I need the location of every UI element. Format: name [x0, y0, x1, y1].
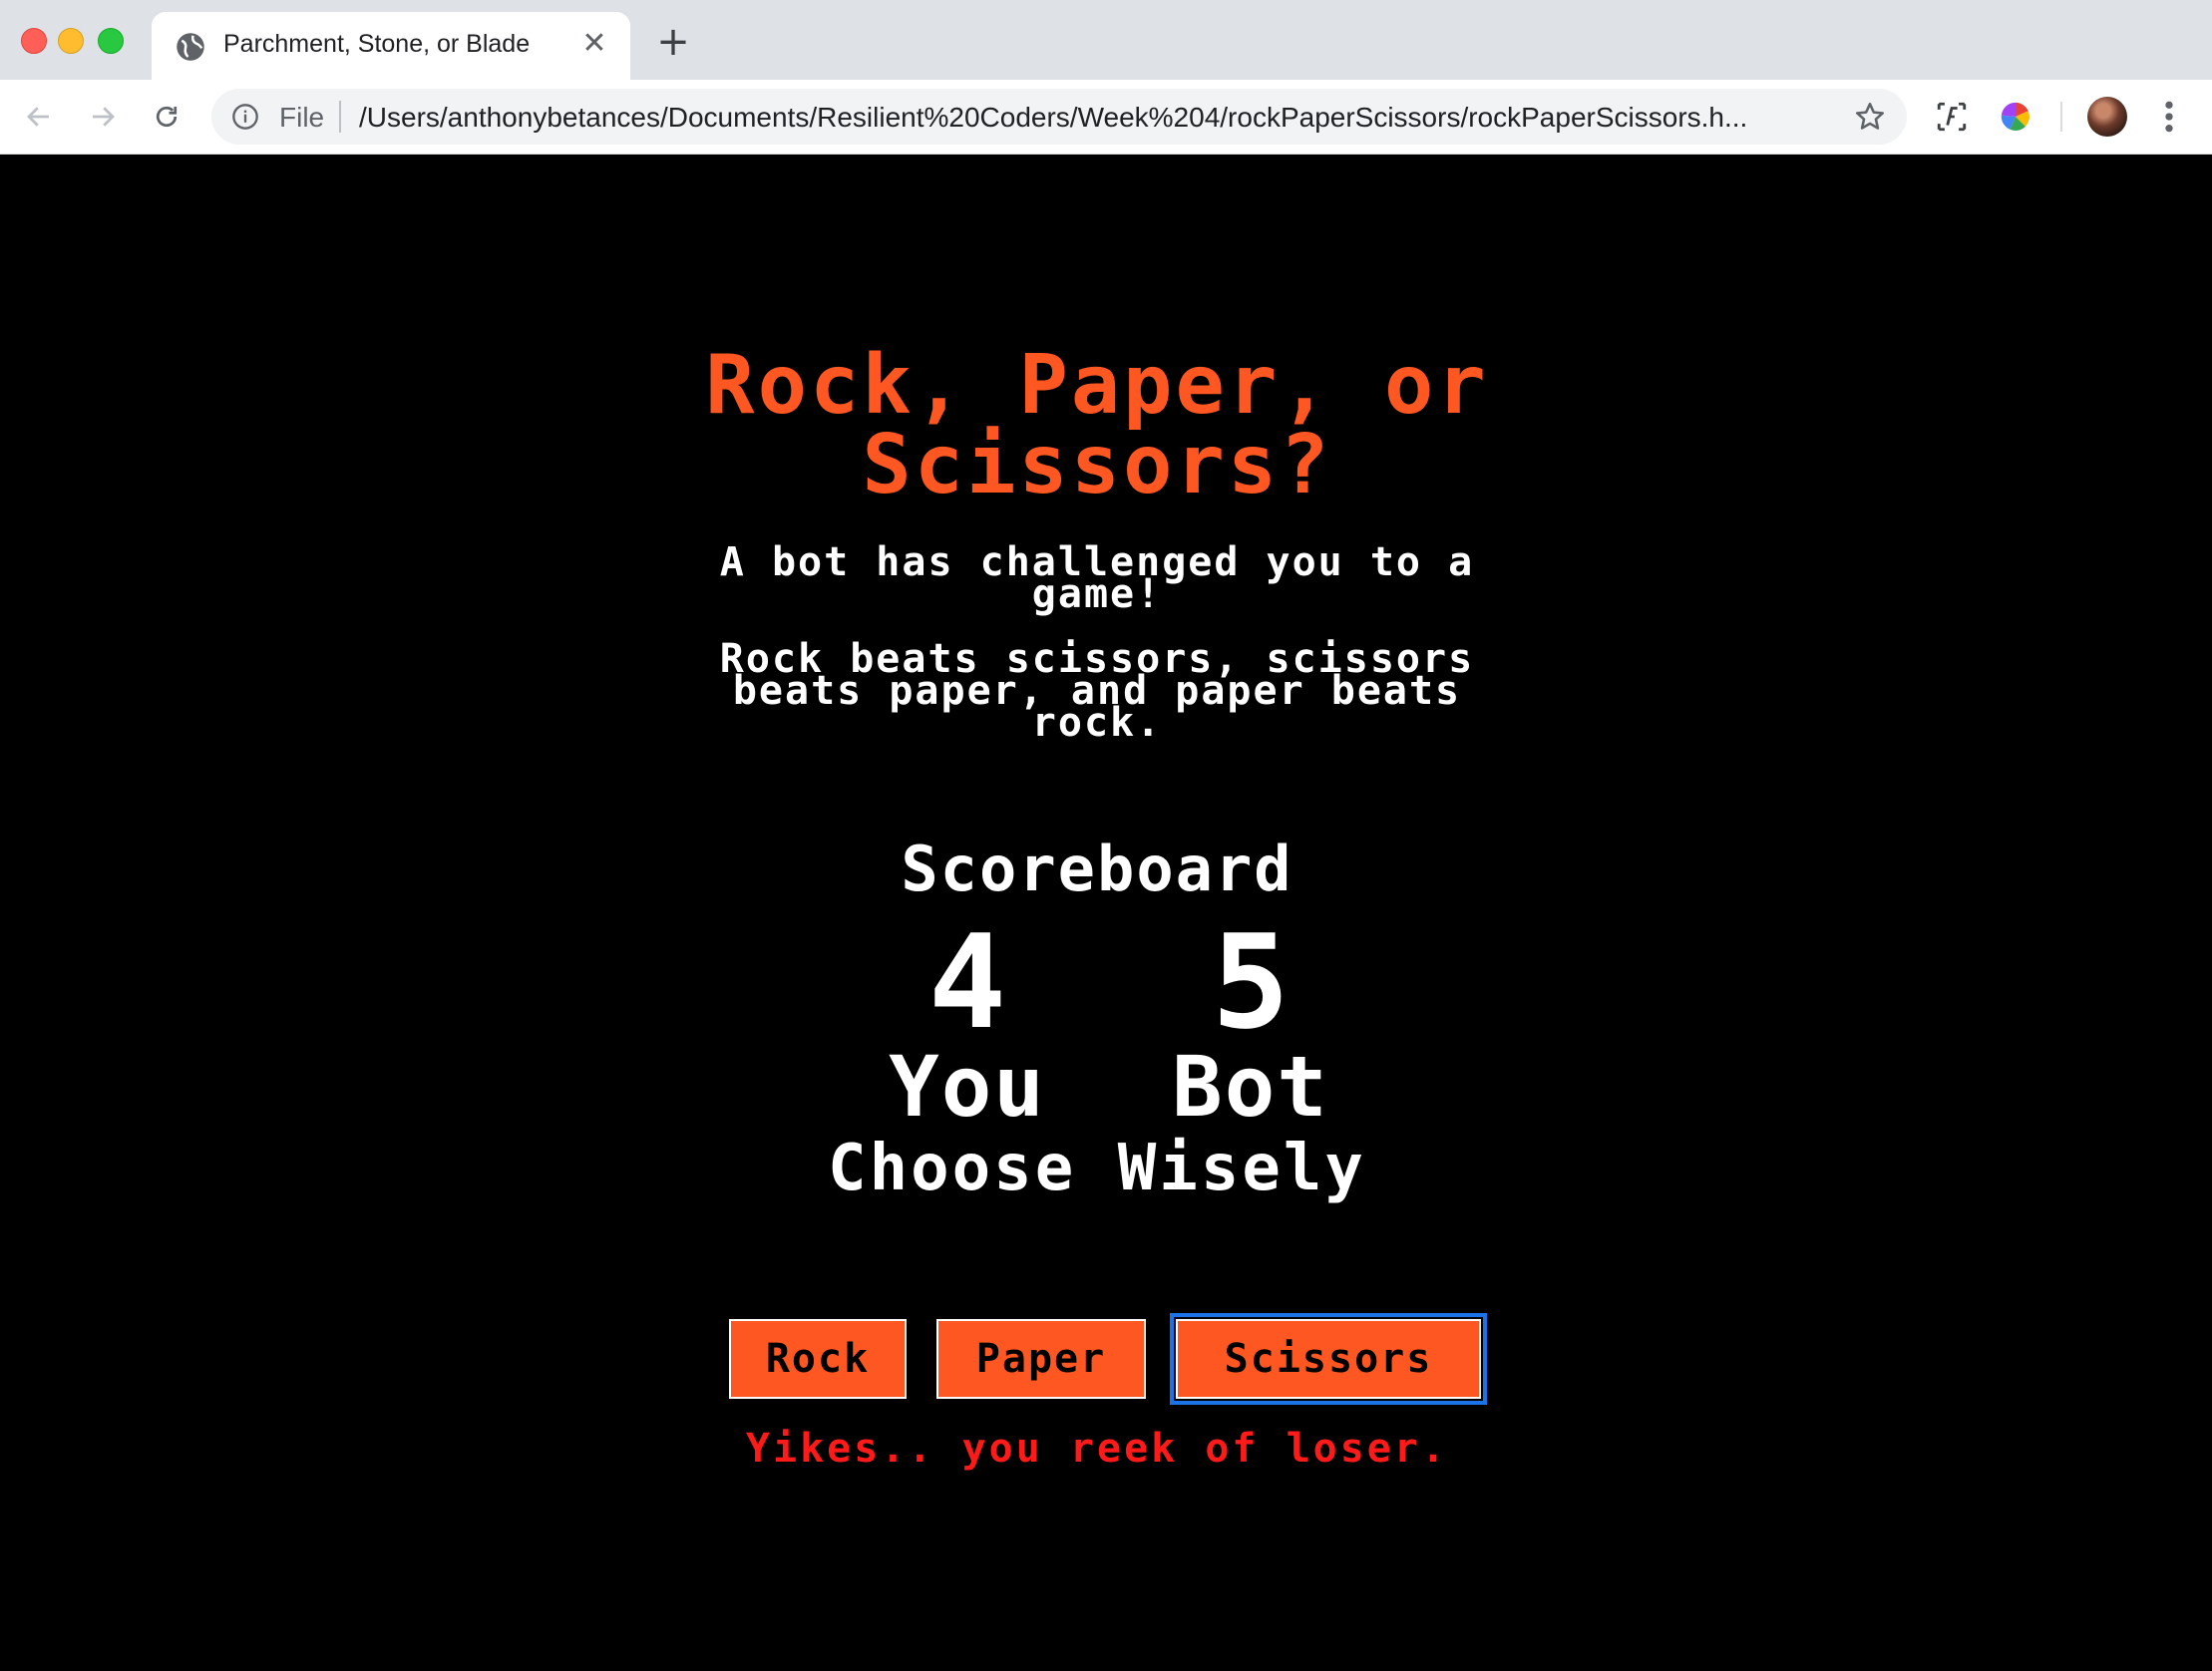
more-vert-icon[interactable]	[2154, 97, 2184, 137]
minimize-window-button[interactable]	[58, 28, 84, 54]
arrow-left-icon	[27, 107, 49, 127]
player-label: You	[889, 1038, 1046, 1136]
challenge-text: A bot has challenged you to a game!	[618, 542, 1576, 614]
arrow-right-icon	[93, 107, 115, 127]
address-divider	[339, 101, 341, 133]
close-window-button[interactable]	[21, 28, 47, 54]
reload-icon	[156, 106, 178, 128]
toolbar-divider	[2060, 102, 2062, 132]
page-title: Rock, Paper, or Scissors?	[598, 338, 1596, 512]
address-bar[interactable]: File /Users/anthonybetances/Documents/Re…	[211, 89, 1907, 145]
player-score: 4	[927, 906, 1007, 1058]
rules-text: Rock beats scissors, scissors beats pape…	[618, 639, 1576, 743]
browser-toolbar: File /Users/anthonybetances/Documents/Re…	[0, 80, 2212, 155]
paper-button[interactable]: Paper	[936, 1319, 1146, 1399]
bot-label: Bot	[1172, 1038, 1329, 1136]
font-extension-icon[interactable]	[1935, 100, 1969, 134]
back-button[interactable]	[16, 94, 62, 140]
player-score-panel: 4 You	[848, 906, 1087, 1136]
color-picker-extension-icon[interactable]	[1999, 100, 2032, 134]
bot-score: 5	[1211, 906, 1290, 1058]
title-line-2: Scissors?	[862, 418, 1332, 512]
choose-prompt: Choose Wisely	[828, 1132, 1366, 1205]
url-text[interactable]: /Users/anthonybetances/Documents/Resilie…	[359, 102, 1747, 134]
page-content: Rock, Paper, or Scissors? A bot has chal…	[0, 155, 2212, 1671]
browser-tab[interactable]: Parchment, Stone, or Blade ✕	[152, 12, 630, 80]
globe-icon	[177, 33, 204, 61]
tab-title: Parchment, Stone, or Blade	[223, 30, 531, 58]
result-message: Yikes.. you reek of loser.	[745, 1426, 1449, 1472]
info-icon[interactable]	[231, 103, 259, 131]
close-tab-icon[interactable]: ✕	[576, 26, 612, 62]
tab-strip: Parchment, Stone, or Blade ✕ +	[0, 0, 2212, 80]
scissors-button[interactable]: Scissors	[1170, 1313, 1487, 1405]
bot-score-panel: 5 Bot	[1131, 906, 1370, 1136]
maximize-window-button[interactable]	[98, 28, 124, 54]
reload-button[interactable]	[144, 94, 189, 140]
scoreboard-heading: Scoreboard	[901, 833, 1293, 905]
forward-button[interactable]	[80, 94, 126, 140]
new-tab-button[interactable]: +	[653, 22, 693, 62]
profile-avatar[interactable]	[2087, 97, 2127, 137]
bookmark-star-icon[interactable]	[1853, 100, 1887, 134]
scheme-label: File	[279, 102, 325, 133]
title-line-1: Rock, Paper, or	[705, 338, 1489, 433]
rock-button[interactable]: Rock	[729, 1319, 907, 1399]
